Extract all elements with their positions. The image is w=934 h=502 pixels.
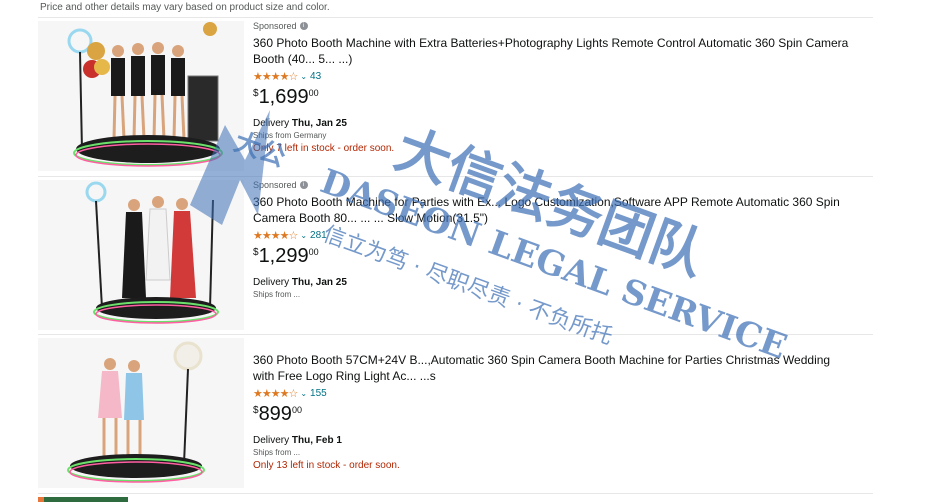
price-fraction: 00 [291,405,302,415]
next-image-edge [38,497,128,502]
star-rating-icon: ★★★★☆ [253,387,298,400]
delivery-info-2: Delivery Thu, Jan 25 [253,277,873,288]
price-fraction: 00 [308,88,319,98]
sponsored-text: Sponsored [253,180,297,190]
price-3[interactable]: $ 899 00 [253,402,873,428]
ships-from-3: Ships from ... [253,448,301,457]
booth-photo-1 [38,21,244,171]
price-fraction: 00 [308,247,319,257]
price-whole: 899 [258,403,292,425]
info-icon[interactable]: i [299,22,308,30]
product-info-1: Sponsored i 360 Photo Booth Machine with… [253,19,873,154]
ships-from-2: Ships from ... [253,290,301,299]
product-info-3: 360 Photo Booth 57CM+24V B...,Automatic … [253,336,873,471]
price-2[interactable]: $ 1,299 00 [253,244,873,270]
delivery-info-1: Delivery Thu, Jan 25 [253,118,873,129]
next-image-accent [38,497,44,502]
product-image-2[interactable] [38,180,244,330]
delivery-date: Thu, Feb 1 [291,435,342,446]
sponsored-label[interactable]: Sponsored i [253,19,873,33]
sponsored-label[interactable]: Sponsored i [253,178,873,192]
divider [38,493,873,494]
product-title-1[interactable]: 360 Photo Booth Machine with Extra Batte… [253,35,853,67]
price-disclaimer: Price and other details may vary based o… [40,2,330,13]
sponsored-label [253,336,873,350]
product-result-1[interactable]: Sponsored i 360 Photo Booth Machine with… [38,19,873,174]
chevron-down-icon[interactable]: ⌄ [300,389,307,398]
product-result-2[interactable]: Sponsored i 360 Photo Booth Machine for … [38,178,873,333]
price-1[interactable]: $ 1,699 00 [253,85,873,111]
price-whole: 1,299 [258,245,309,267]
divider [38,176,873,177]
product-image-3[interactable] [38,338,244,488]
chevron-down-icon[interactable]: ⌄ [300,231,307,240]
chevron-down-icon[interactable]: ⌄ [300,72,307,81]
stock-note-3: Only 13 left in stock - order soon. [253,460,400,471]
ships-from-1: Ships from Germany [253,131,327,140]
delivery-info-3: Delivery Thu, Feb 1 [253,435,873,446]
booth-photo-2 [38,180,244,330]
rating-2[interactable]: ★★★★☆ ⌄ 281 [253,228,873,242]
review-count[interactable]: 155 [310,388,327,399]
info-icon[interactable]: i [299,181,308,189]
divider [38,334,873,335]
delivery-date: Thu, Jan 25 [291,118,347,129]
star-rating-icon: ★★★★☆ [253,70,298,83]
price-whole: 1,699 [258,86,309,108]
booth-photo-3 [38,338,244,488]
product-image-1[interactable] [38,21,244,171]
delivery-date: Thu, Jan 25 [291,277,347,288]
star-rating-icon: ★★★★☆ [253,229,298,242]
delivery-label: Delivery [253,277,290,288]
delivery-label: Delivery [253,118,290,129]
delivery-label: Delivery [253,435,290,446]
next-result-peek [38,497,244,502]
product-info-2: Sponsored i 360 Photo Booth Machine for … [253,178,873,302]
product-title-2[interactable]: 360 Photo Booth Machine for Parties with… [253,194,853,226]
divider [38,17,873,18]
stock-note-1: Only 7 left in stock - order soon. [253,143,395,154]
sponsored-text: Sponsored [253,21,297,31]
product-title-3[interactable]: 360 Photo Booth 57CM+24V B...,Automatic … [253,352,853,384]
review-count[interactable]: 43 [310,71,321,82]
rating-3[interactable]: ★★★★☆ ⌄ 155 [253,386,873,400]
product-result-3[interactable]: 360 Photo Booth 57CM+24V B...,Automatic … [38,336,873,491]
review-count[interactable]: 281 [310,230,327,241]
rating-1[interactable]: ★★★★☆ ⌄ 43 [253,69,873,83]
